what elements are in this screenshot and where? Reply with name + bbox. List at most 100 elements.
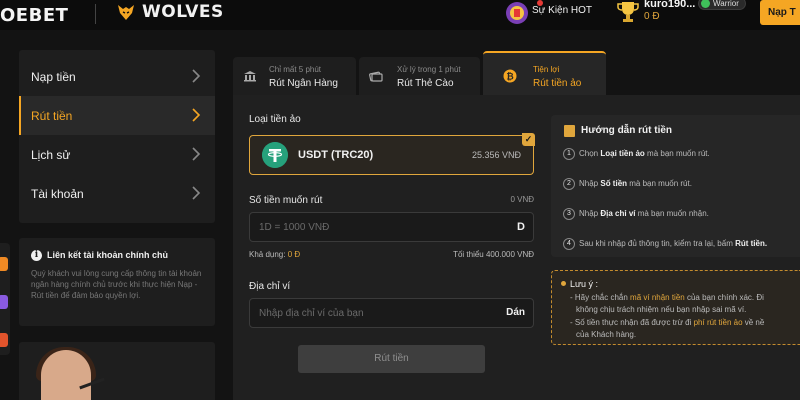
username[interactable]: kuro190... [644,0,695,10]
step-text: Chọn [579,149,601,159]
top-bar: OEBET WOLVES Sự Kiện HOT kuro190... Warr… [0,0,800,30]
badge-icon [701,0,710,8]
note-line: không chịu trách nhiệm nếu bạn nhập sai … [576,305,747,314]
warning-dot-icon [561,281,566,286]
guide-step: 3 Nhập Địa chỉ ví mà bạn muốn nhận. [563,208,709,220]
amount-value: 0 VNĐ [510,195,534,204]
step-keyword: Địa chỉ ví [600,209,636,219]
sidebar-item-deposit[interactable]: Nạp tiền [19,57,215,96]
promo-icon[interactable] [0,257,8,271]
gift-icon[interactable] [503,0,531,26]
step-text: mà bạn muốn rút. [644,149,710,159]
game-icon[interactable] [0,295,8,309]
currency-d-icon: D [517,221,525,233]
tab-subtitle: Xử lý trong 1 phút [397,65,461,74]
bitcoin-icon: ₿ [503,69,517,83]
sidebar-item-label: Rút tiền [31,109,73,123]
partner-logo: WOLVES [116,2,224,22]
support-agent-face [41,350,91,400]
selected-check-icon: ✓ [522,133,535,146]
partner-name: WOLVES [142,2,224,22]
info-icon: i [31,250,42,261]
crypto-name: USDT (TRC20) [298,149,374,161]
note-title: Lưu ý : [570,279,599,289]
amount-field: D [249,212,534,242]
tab-bank-withdraw[interactable]: Chỉ mất 5 phút Rút Ngân Hàng [233,57,356,95]
available-balance: Khả dụng: 0 Đ [249,250,300,259]
account-link-notice: i Liên kết tài khoản chính chủ Quý khách… [19,238,215,326]
sidebar-item-withdraw[interactable]: Rút tiền [19,96,215,135]
deposit-button[interactable]: Nạp T [760,0,800,25]
note-line: của Khách hàng. [576,330,637,339]
step-number: 2 [563,178,575,190]
note-highlight: phí rút tiền ảo [693,318,743,327]
paste-button[interactable]: Dán [506,307,525,318]
crypto-rate: 25.356 VNĐ [471,150,521,160]
vip-badge-label: Warrior [713,0,739,8]
hot-event-link[interactable]: Sự Kiện HOT [532,5,592,16]
step-keyword: Rút tiền. [735,239,768,249]
step-keyword: Số tiền [600,179,628,189]
chevron-right-icon [192,147,201,161]
step-number: 3 [563,208,575,220]
wallet-label: Địa chỉ ví [249,281,291,292]
trophy-icon [617,2,639,22]
sidebar-item-label: Tài khoản [31,187,84,201]
step-number: 4 [563,238,575,250]
logo-divider [95,4,96,24]
tether-icon [262,142,288,168]
bank-icon [244,71,256,82]
support-banner[interactable] [19,342,215,400]
sidebar-item-history[interactable]: Lịch sử [19,135,215,174]
site-logo[interactable]: OEBET [0,5,68,26]
tab-crypto-withdraw[interactable]: ₿ Tiện lợi Rút tiền ảo [483,51,606,95]
note-text: của bạn chính xác. Đi [684,293,764,302]
step-text: mà bạn muốn rút. [627,179,692,189]
minimum-amount: Tối thiểu 400.000 VNĐ [453,250,534,259]
withdraw-note: Lưu ý : - Hãy chắc chắn mã ví nhận tiền … [551,270,800,345]
available-label: Khả dụng: [249,250,286,259]
book-icon [564,125,575,137]
step-text: mà bạn muốn nhận. [635,209,709,219]
tab-card-withdraw[interactable]: Xử lý trong 1 phút Rút Thẻ Cào [359,57,480,95]
withdraw-guide: Hướng dẫn rút tiền 1 Chọn Loại tiền ảo mà… [551,115,800,257]
amount-label: Số tiền muốn rút [249,195,323,206]
sidebar-item-account[interactable]: Tài khoản [19,174,215,213]
wallet-field: Dán [249,298,534,328]
wolf-icon [118,5,134,20]
card-icon [369,71,383,82]
sidebar-item-label: Lịch sử [31,148,71,162]
chevron-right-icon [192,108,201,122]
vip-badge: Warrior [698,0,746,10]
crypto-option-usdt[interactable]: USDT (TRC20) 25.356 VNĐ [249,135,534,175]
account-balance: 0 Đ [644,11,660,22]
notice-body: Quý khách vui lòng cung cấp thông tin tà… [31,269,202,300]
available-value: 0 Đ [287,250,301,259]
gift-side-icon[interactable] [0,333,8,347]
wallet-address-input[interactable] [250,299,490,327]
tab-label: Rút Thẻ Cào [397,78,454,89]
note-text: - Số tiền thực nhận đã được trừ đi [570,318,694,327]
tab-label: Rút tiền ảo [533,78,582,89]
step-keyword: Loại tiền ảo [600,149,645,159]
tab-subtitle: Chỉ mất 5 phút [269,65,322,74]
guide-step: 2 Nhập Số tiền mà bạn muốn rút. [563,178,692,190]
note-text: về nề [742,318,765,327]
note-line: - Hãy chắc chắn mã ví nhận tiền của bạn … [570,293,764,302]
guide-step: 4 Sau khi nhập đủ thông tin, kiểm tra lại… [563,238,767,250]
crypto-type-label: Loại tiền ảo [249,114,301,125]
tab-label: Rút Ngân Hàng [269,78,338,89]
notice-title: Liên kết tài khoản chính chủ [47,250,169,260]
step-text: Nhập [579,209,601,219]
step-text: Nhập [579,179,601,189]
amount-input[interactable] [250,213,490,241]
svg-text:₿: ₿ [506,72,513,83]
step-text: Sau khi nhập đủ thông tin, kiểm tra lại,… [579,239,736,249]
note-highlight: mã ví nhận tiền [630,293,685,302]
note-text: - Hãy chắc chắn [570,293,631,302]
step-number: 1 [563,148,575,160]
guide-step: 1 Chọn Loại tiền ảo mà bạn muốn rút. [563,148,710,160]
sidebar: Nạp tiền Rút tiền Lịch sử Tài khoản [19,50,215,223]
chevron-right-icon [192,186,201,200]
withdraw-submit-button[interactable]: Rút tiền [298,345,485,373]
